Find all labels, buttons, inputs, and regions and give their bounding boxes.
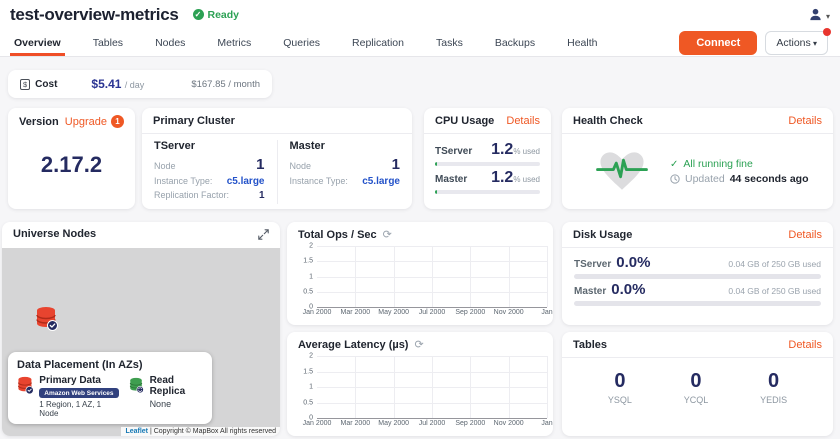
- cpu-tserver-progressbar: [435, 162, 540, 166]
- chevron-down-icon: [811, 37, 817, 49]
- disk-details-link[interactable]: Details: [788, 229, 822, 241]
- average-latency-chart-title: Average Latency (µs): [298, 339, 408, 351]
- health-status-line: All running fine: [670, 158, 808, 170]
- primary-cluster-card: Primary Cluster TServer Node 1 Instance …: [142, 108, 412, 209]
- clock-icon: [670, 174, 680, 184]
- disk-master-progressbar: [574, 301, 821, 306]
- ycql-count: 0 YCQL: [684, 370, 709, 405]
- cost-per-day: $5.41 / day: [91, 77, 144, 91]
- read-replica-db-icon: [129, 375, 144, 396]
- data-placement-title: Data Placement (In AZs): [17, 359, 203, 371]
- actions-dropdown-button[interactable]: Actions: [765, 31, 828, 55]
- health-updated-line: Updated 44 seconds ago: [670, 173, 808, 185]
- universe-nodes-card: Universe Nodes Data Placement (In AZs): [2, 222, 280, 436]
- tserver-node-row: Node 1: [154, 156, 265, 173]
- expand-icon[interactable]: [258, 229, 269, 240]
- tab-tasks[interactable]: Tasks: [432, 29, 467, 56]
- tab-backups[interactable]: Backups: [491, 29, 539, 56]
- version-card: Version Upgrade 1 2.17.2: [8, 108, 135, 209]
- primary-data-label: Primary Data: [39, 375, 119, 386]
- primary-data-summary: 1 Region, 1 AZ, 1 Node: [39, 400, 119, 418]
- disk-master-row: Master 0.0% 0.04 GB of 250 GB used: [574, 281, 821, 306]
- master-heading: Master: [290, 140, 401, 152]
- cpu-tserver-row: TServer 1.2 % used: [435, 141, 540, 159]
- status-badge: Ready: [193, 9, 240, 21]
- page-title: test-overview-metrics: [10, 5, 179, 25]
- total-ops-chart-card: Total Ops / Sec 21.510.50Jan 2000Mar 200…: [287, 222, 553, 325]
- tab-overview[interactable]: Overview: [10, 29, 65, 56]
- tserver-replication-row: Replication Factor: 1: [154, 190, 265, 201]
- tables-title: Tables: [573, 339, 607, 351]
- tab-replication[interactable]: Replication: [348, 29, 408, 56]
- tables-card: Tables Details 0 YSQL 0 YCQL 0 YEDIS: [562, 332, 833, 436]
- actions-dropdown-label: Actions: [776, 37, 810, 49]
- data-placement-overlay: Data Placement (In AZs) Primary Data Ama…: [8, 352, 212, 424]
- health-check-title: Health Check: [573, 115, 643, 127]
- tables-details-link[interactable]: Details: [788, 339, 822, 351]
- map-attribution: Leaflet | Copyright © MapBox All rights …: [121, 427, 280, 436]
- tab-queries[interactable]: Queries: [279, 29, 324, 56]
- health-check-card: Health Check Details All running fine Up…: [562, 108, 833, 209]
- master-node-row: Node 1: [290, 156, 401, 173]
- tserver-column: TServer Node 1 Instance Type: c5.large R…: [154, 140, 277, 204]
- cpu-usage-card: CPU Usage Details TServer 1.2 % used Mas…: [424, 108, 551, 209]
- universe-tabs: Overview Tables Nodes Metrics Queries Re…: [10, 29, 625, 56]
- refresh-icon[interactable]: [383, 230, 392, 241]
- cpu-master-row: Master 1.2 % used: [435, 169, 540, 187]
- map-copyright: | Copyright © MapBox All rights reserved: [150, 428, 276, 435]
- cpu-usage-title: CPU Usage: [435, 115, 494, 127]
- primary-data-db-icon: [17, 375, 34, 396]
- tab-metrics[interactable]: Metrics: [213, 29, 255, 56]
- primary-data-block: Primary Data Amazon Web Services 1 Regio…: [17, 375, 119, 418]
- cost-icon: [20, 79, 30, 90]
- tserver-heading: TServer: [154, 140, 265, 152]
- master-column: Master Node 1 Instance Type: c5.large: [277, 140, 401, 204]
- ysql-count: 0 YSQL: [608, 370, 632, 405]
- master-instance-row: Instance Type: c5.large: [290, 176, 401, 187]
- refresh-icon[interactable]: [414, 340, 423, 351]
- average-latency-chart-card: Average Latency (µs) 21.510.50Jan 2000Ma…: [287, 332, 553, 436]
- read-replica-label: Read Replica: [150, 375, 203, 397]
- status-badge-label: Ready: [208, 9, 240, 21]
- connect-button[interactable]: Connect: [679, 31, 757, 55]
- cpu-details-link[interactable]: Details: [506, 115, 540, 127]
- user-icon[interactable]: [808, 7, 823, 22]
- yedis-count: 0 YEDIS: [760, 370, 787, 405]
- cost-summary-card: Cost $5.41 / day $167.85 / month: [8, 70, 272, 98]
- disk-usage-card: Disk Usage Details TServer 0.0% 0.04 GB …: [562, 222, 833, 325]
- check-circle-icon: [193, 9, 204, 20]
- cost-per-month: $167.85 / month: [191, 79, 260, 90]
- version-card-title: Version: [19, 116, 59, 128]
- disk-tserver-row: TServer 0.0% 0.04 GB of 250 GB used: [574, 254, 821, 279]
- notification-dot: [823, 28, 831, 36]
- total-ops-plot: 21.510.50Jan 2000Mar 2000May 2000Jul 200…: [317, 246, 547, 308]
- primary-cluster-title: Primary Cluster: [153, 115, 235, 127]
- tserver-instance-row: Instance Type: c5.large: [154, 176, 265, 187]
- check-icon: [670, 158, 678, 170]
- app-header: test-overview-metrics Ready: [0, 0, 840, 29]
- tab-tables[interactable]: Tables: [89, 29, 127, 56]
- tab-bar: Overview Tables Nodes Metrics Queries Re…: [0, 29, 840, 57]
- tab-nodes[interactable]: Nodes: [151, 29, 189, 56]
- read-replica-value: None: [150, 399, 203, 409]
- user-menu-caret-icon[interactable]: [826, 6, 830, 24]
- leaflet-link[interactable]: Leaflet: [125, 428, 148, 435]
- database-version: 2.17.2: [8, 152, 135, 178]
- upgrade-link[interactable]: Upgrade 1: [65, 115, 124, 128]
- provider-badge: Amazon Web Services: [39, 388, 118, 398]
- universe-nodes-title: Universe Nodes: [13, 228, 96, 240]
- disk-usage-title: Disk Usage: [573, 229, 632, 241]
- total-ops-chart-title: Total Ops / Sec: [298, 229, 377, 241]
- map-canvas[interactable]: Data Placement (In AZs) Primary Data Ama…: [2, 248, 280, 436]
- cpu-master-progressbar: [435, 190, 540, 194]
- tab-health[interactable]: Health: [563, 29, 601, 56]
- node-map-marker-icon[interactable]: [35, 306, 59, 332]
- upgrade-count-badge: 1: [111, 115, 124, 128]
- health-details-link[interactable]: Details: [788, 115, 822, 127]
- heartbeat-icon: [596, 148, 648, 194]
- cost-label: Cost: [35, 79, 57, 90]
- disk-tserver-progressbar: [574, 274, 821, 279]
- average-latency-plot: 21.510.50Jan 2000Mar 2000May 2000Jul 200…: [317, 356, 547, 419]
- read-replica-block: Read Replica None: [129, 375, 203, 418]
